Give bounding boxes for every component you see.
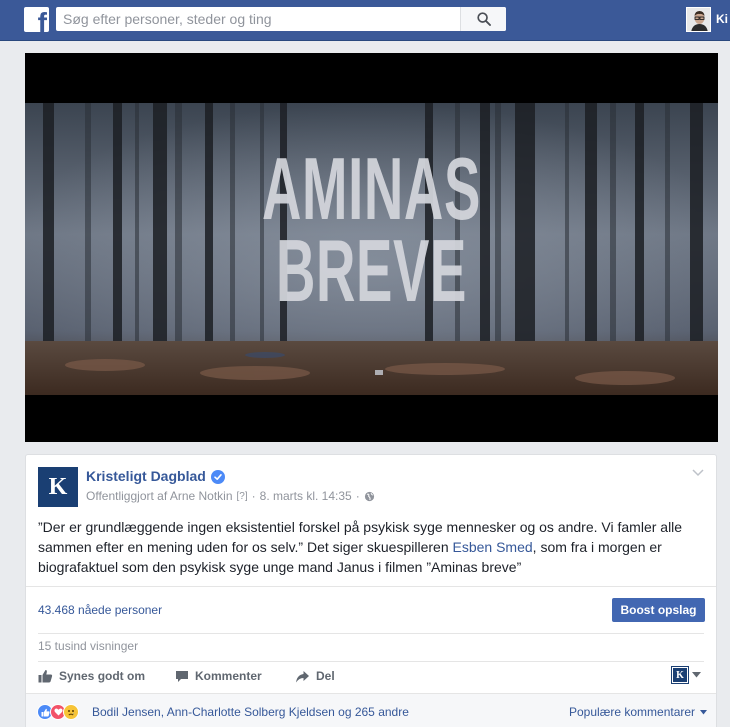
verified-badge-icon (211, 470, 225, 484)
caret-down-icon (692, 672, 701, 678)
reaction-icons[interactable] (37, 704, 79, 720)
avatar[interactable] (686, 7, 711, 32)
video-title-overlay: AMINAS BREVE (157, 139, 587, 320)
post-text: ”Der er grundlæggende ingen eksistentiel… (38, 517, 708, 577)
page-name-link[interactable]: Kristeligt Dagblad (86, 468, 206, 484)
reactors-link[interactable]: Bodil Jensen, Ann-Charlotte Solberg Kjel… (92, 705, 409, 719)
post-meta: Offentliggjort af Arne Notkin [?] · 8. m… (86, 489, 375, 503)
divider-2 (38, 633, 704, 634)
published-by-help[interactable]: [?] (237, 491, 248, 502)
post-date-link[interactable]: 8. marts kl. 14:35 (260, 489, 352, 503)
views-count: 15 tusind visninger (38, 639, 139, 653)
comment-icon (176, 670, 188, 682)
facebook-logo[interactable]: f (24, 7, 49, 32)
sad-reaction-icon (63, 704, 79, 720)
comment-button[interactable]: Kommenter (175, 669, 262, 683)
reach-link[interactable]: 43.468 nåede personer (38, 603, 162, 617)
reactions-divider (26, 693, 716, 694)
search-box (56, 7, 506, 31)
published-by: Offentliggjort af Arne Notkin (86, 489, 233, 503)
thumbs-up-icon (38, 670, 53, 683)
reactions-bar: Bodil Jensen, Ann-Charlotte Solberg Kjel… (26, 693, 716, 727)
post-options-chevron-icon[interactable] (692, 469, 704, 477)
post-as-selector[interactable]: K (671, 666, 701, 684)
divider (26, 586, 716, 587)
video-title-line-2: BREVE (275, 221, 468, 320)
caret-down-icon (700, 710, 708, 715)
search-icon (476, 12, 491, 26)
share-label: Del (316, 669, 335, 683)
page-avatar-small: K (671, 666, 689, 684)
mention-link[interactable]: Esben Smed (453, 539, 533, 555)
top-bar: f Ki (0, 0, 730, 41)
page-logo[interactable]: K (38, 467, 78, 507)
share-icon (296, 670, 309, 682)
post-card: K Kristeligt Dagblad Offentliggjort af A… (25, 454, 717, 727)
meta-separator: · (251, 489, 256, 503)
comment-sort-label: Populære kommentarer (569, 705, 696, 719)
like-button[interactable]: Synes godt om (38, 669, 145, 683)
comment-label: Kommenter (195, 669, 262, 683)
video-title-line-1: AMINAS (262, 139, 481, 238)
comment-sort-dropdown[interactable]: Populære kommentarer (569, 705, 708, 719)
user-name-link[interactable]: Ki (716, 12, 728, 26)
meta-separator-2: · (355, 489, 360, 503)
globe-icon[interactable] (364, 491, 375, 502)
search-button[interactable] (460, 7, 506, 31)
search-input[interactable] (56, 8, 460, 30)
like-label: Synes godt om (59, 669, 146, 683)
divider-3 (38, 661, 704, 662)
video-player[interactable]: AMINAS BREVE (25, 53, 718, 442)
boost-post-button[interactable]: Boost opslag (612, 598, 705, 622)
share-button[interactable]: Del (295, 669, 335, 683)
page-logo-letter: K (48, 473, 68, 500)
